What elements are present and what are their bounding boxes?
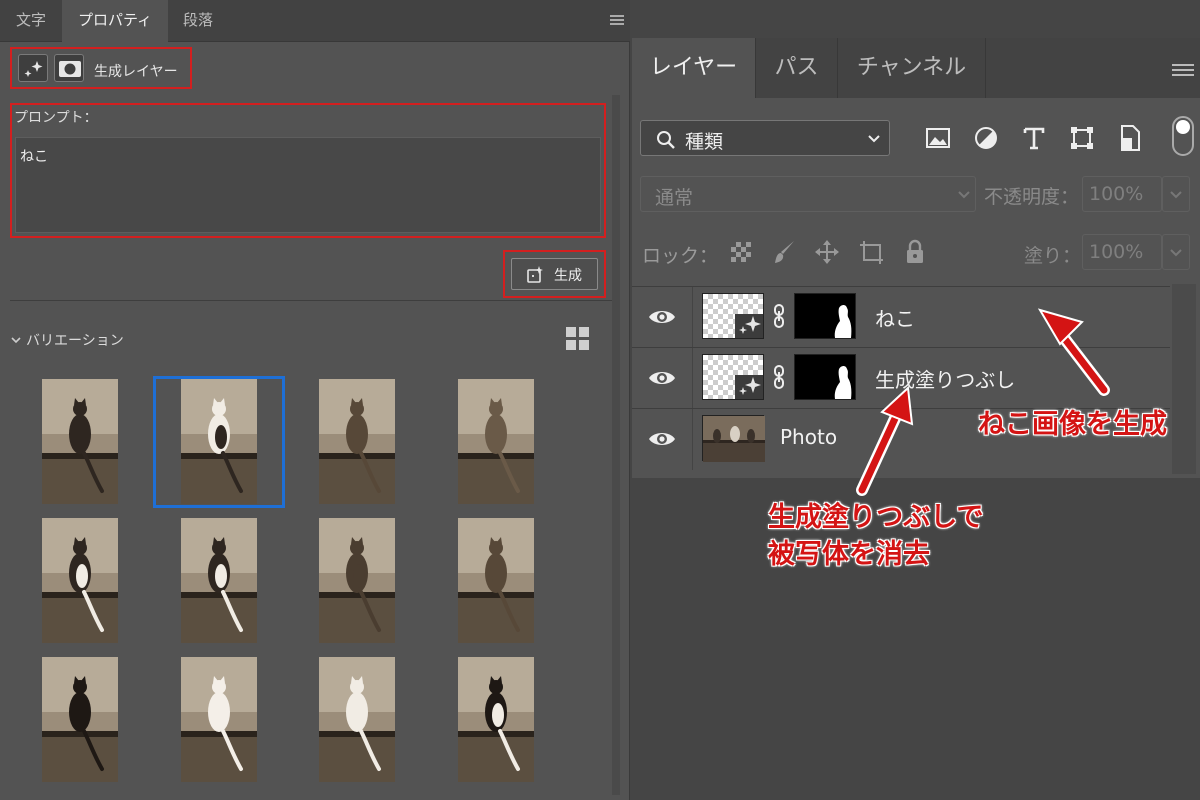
photoshop-workspace: 文字 プロパティ 段落 生成レイヤー プロンプト： ねこ 生成 バリエーション … [0,0,1200,800]
annotation-remove-line1: 生成塗りつぶしで [768,502,984,533]
annotation-cat-generated: ねこ画像を生成 [978,409,1167,440]
annotation-remove-line2: 被写体を消去 [768,539,930,570]
annotation-arrows [856,308,1110,496]
